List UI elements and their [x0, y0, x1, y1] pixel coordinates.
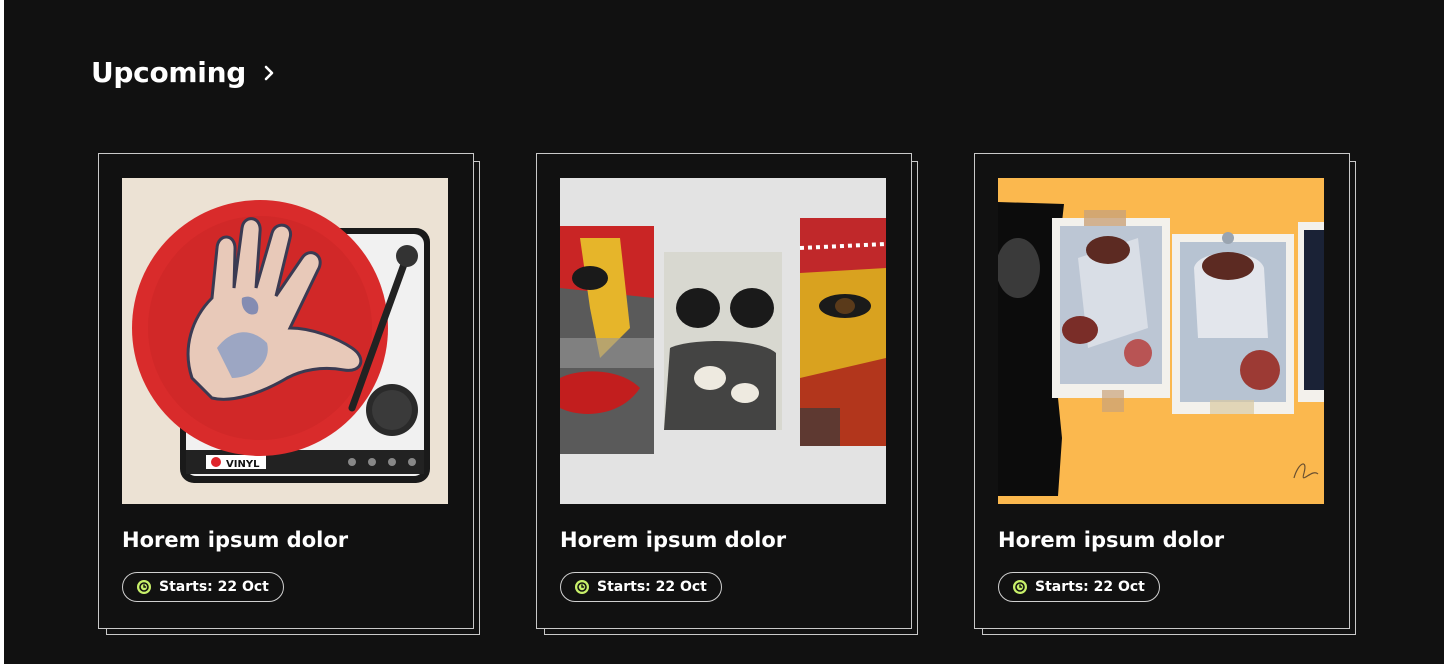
start-date-text: Starts: 22 Oct [1035, 579, 1145, 595]
event-card-2-wrapper: Horem ipsum dolor Starts: 22 Oct [536, 153, 920, 637]
start-date-badge: Starts: 22 Oct [560, 572, 722, 602]
event-card[interactable]: VINYL Horem ipsum dolor Starts: 22 Oct [98, 153, 474, 629]
vinyl-logo-text: VINYL [226, 459, 260, 470]
start-date-text: Starts: 22 Oct [597, 579, 707, 595]
clock-icon [137, 580, 151, 594]
clock-icon [575, 580, 589, 594]
chevron-right-icon [258, 62, 280, 84]
event-image: VINYL [122, 178, 448, 504]
section-header-link[interactable]: Upcoming [91, 56, 280, 89]
event-title: Horem ipsum dolor [560, 528, 787, 552]
event-card-1-wrapper: VINYL Horem ipsum dolor Starts: 22 Oct [98, 153, 482, 637]
clock-icon [1013, 580, 1027, 594]
start-date-badge: Starts: 22 Oct [122, 572, 284, 602]
start-date-badge: Starts: 22 Oct [998, 572, 1160, 602]
upcoming-section: Upcoming VINYL Horem ipsum dolor Starts:… [4, 0, 1444, 664]
event-image [998, 178, 1324, 504]
event-image [560, 178, 886, 504]
event-card-3-wrapper: Horem ipsum dolor Starts: 22 Oct [974, 153, 1358, 637]
event-title: Horem ipsum dolor [122, 528, 349, 552]
event-card[interactable]: Horem ipsum dolor Starts: 22 Oct [536, 153, 912, 629]
section-title: Upcoming [91, 56, 246, 89]
event-card[interactable]: Horem ipsum dolor Starts: 22 Oct [974, 153, 1350, 629]
event-title: Horem ipsum dolor [998, 528, 1225, 552]
start-date-text: Starts: 22 Oct [159, 579, 269, 595]
